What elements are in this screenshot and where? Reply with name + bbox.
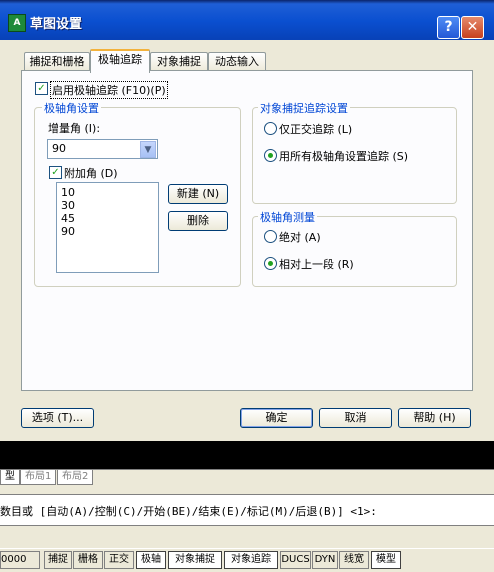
command-prompt: 数目或 [自动(A)/控制(C)/开始(BE)/结束(E)/标记(M)/后退(B… xyxy=(0,505,377,518)
tab-object-snap[interactable]: 对象捕捉 xyxy=(150,52,208,71)
close-button[interactable]: ✕ xyxy=(461,16,484,39)
tab-snap-grid[interactable]: 捕捉和栅格 xyxy=(24,52,90,71)
ortho-toggle[interactable]: 正交 xyxy=(104,551,134,569)
drawing-area[interactable] xyxy=(0,441,494,471)
osnap-toggle[interactable]: 对象捕捉 xyxy=(168,551,222,569)
list-item[interactable]: 45 xyxy=(61,212,75,225)
orthogonal-only-radio[interactable] xyxy=(264,122,277,135)
list-item[interactable]: 90 xyxy=(61,225,75,238)
options-button[interactable]: 选项 (T)... xyxy=(21,408,94,428)
app-icon: A xyxy=(8,14,26,32)
absolute-radio[interactable] xyxy=(264,230,277,243)
orthogonal-only-label: 仅正交追踪 (L) xyxy=(279,123,353,136)
help-button[interactable]: 帮助 (H) xyxy=(398,408,471,428)
absolute-label: 绝对 (A) xyxy=(279,231,321,244)
tab-dynamic-input[interactable]: 动态输入 xyxy=(208,52,266,71)
command-line[interactable]: 数目或 [自动(A)/控制(C)/开始(BE)/结束(E)/标记(M)/后退(B… xyxy=(0,494,494,526)
ok-button[interactable]: 确定 xyxy=(240,408,313,428)
relative-radio[interactable] xyxy=(264,257,277,270)
grid-toggle[interactable]: 栅格 xyxy=(73,551,103,569)
cancel-button[interactable]: 取消 xyxy=(319,408,392,428)
enable-polar-label[interactable]: 启用极轴追踪 (F10)(P) xyxy=(50,81,168,99)
all-polar-label: 用所有极轴角设置追踪 (S) xyxy=(279,150,409,163)
otrack-toggle[interactable]: 对象追踪 xyxy=(224,551,278,569)
tab-layout2[interactable]: 布局2 xyxy=(57,470,94,485)
additional-angle-checkbox[interactable]: ✓ xyxy=(49,166,62,179)
additional-angle-list[interactable]: 10 30 45 90 xyxy=(56,182,159,273)
lineweight-toggle[interactable]: 线宽 xyxy=(339,551,369,569)
new-angle-button[interactable]: 新建 (N) xyxy=(168,184,228,204)
tab-model[interactable]: 型 xyxy=(0,470,20,485)
delete-angle-button[interactable]: 删除 xyxy=(168,211,228,231)
help-caption-button[interactable]: ? xyxy=(437,16,460,39)
polar-measure-group xyxy=(252,216,457,287)
increment-angle-select[interactable]: 90 ▼ xyxy=(47,139,158,159)
chevron-down-icon[interactable]: ▼ xyxy=(140,141,156,158)
polar-angle-group-title: 极轴角设置 xyxy=(42,100,101,116)
enable-polar-checkbox[interactable]: ✓ xyxy=(35,82,48,95)
tab-layout1[interactable]: 布局1 xyxy=(20,470,57,485)
window-title: 草图设置 xyxy=(30,17,83,32)
polar-measure-group-title: 极轴角测量 xyxy=(258,209,317,225)
dyn-toggle[interactable]: DYN xyxy=(312,551,338,569)
relative-label: 相对上一段 (R) xyxy=(279,258,354,271)
list-item[interactable]: 10 xyxy=(61,186,75,199)
additional-angle-label: 附加角 (D) xyxy=(64,167,118,180)
ducs-toggle[interactable]: DUCS xyxy=(280,551,311,569)
increment-angle-label: 增量角 (I): xyxy=(48,122,101,135)
polar-toggle[interactable]: 极轴 xyxy=(136,551,166,569)
model-toggle[interactable]: 模型 xyxy=(371,551,401,569)
tab-polar-tracking[interactable]: 极轴追踪 xyxy=(90,49,150,73)
coordinate-readout: 0000 xyxy=(0,551,40,569)
snap-tracking-group-title: 对象捕捉追踪设置 xyxy=(258,100,350,116)
snap-toggle[interactable]: 捕捉 xyxy=(44,551,72,569)
all-polar-radio[interactable] xyxy=(264,149,277,162)
list-item[interactable]: 30 xyxy=(61,199,75,212)
increment-angle-value: 90 xyxy=(52,142,66,155)
